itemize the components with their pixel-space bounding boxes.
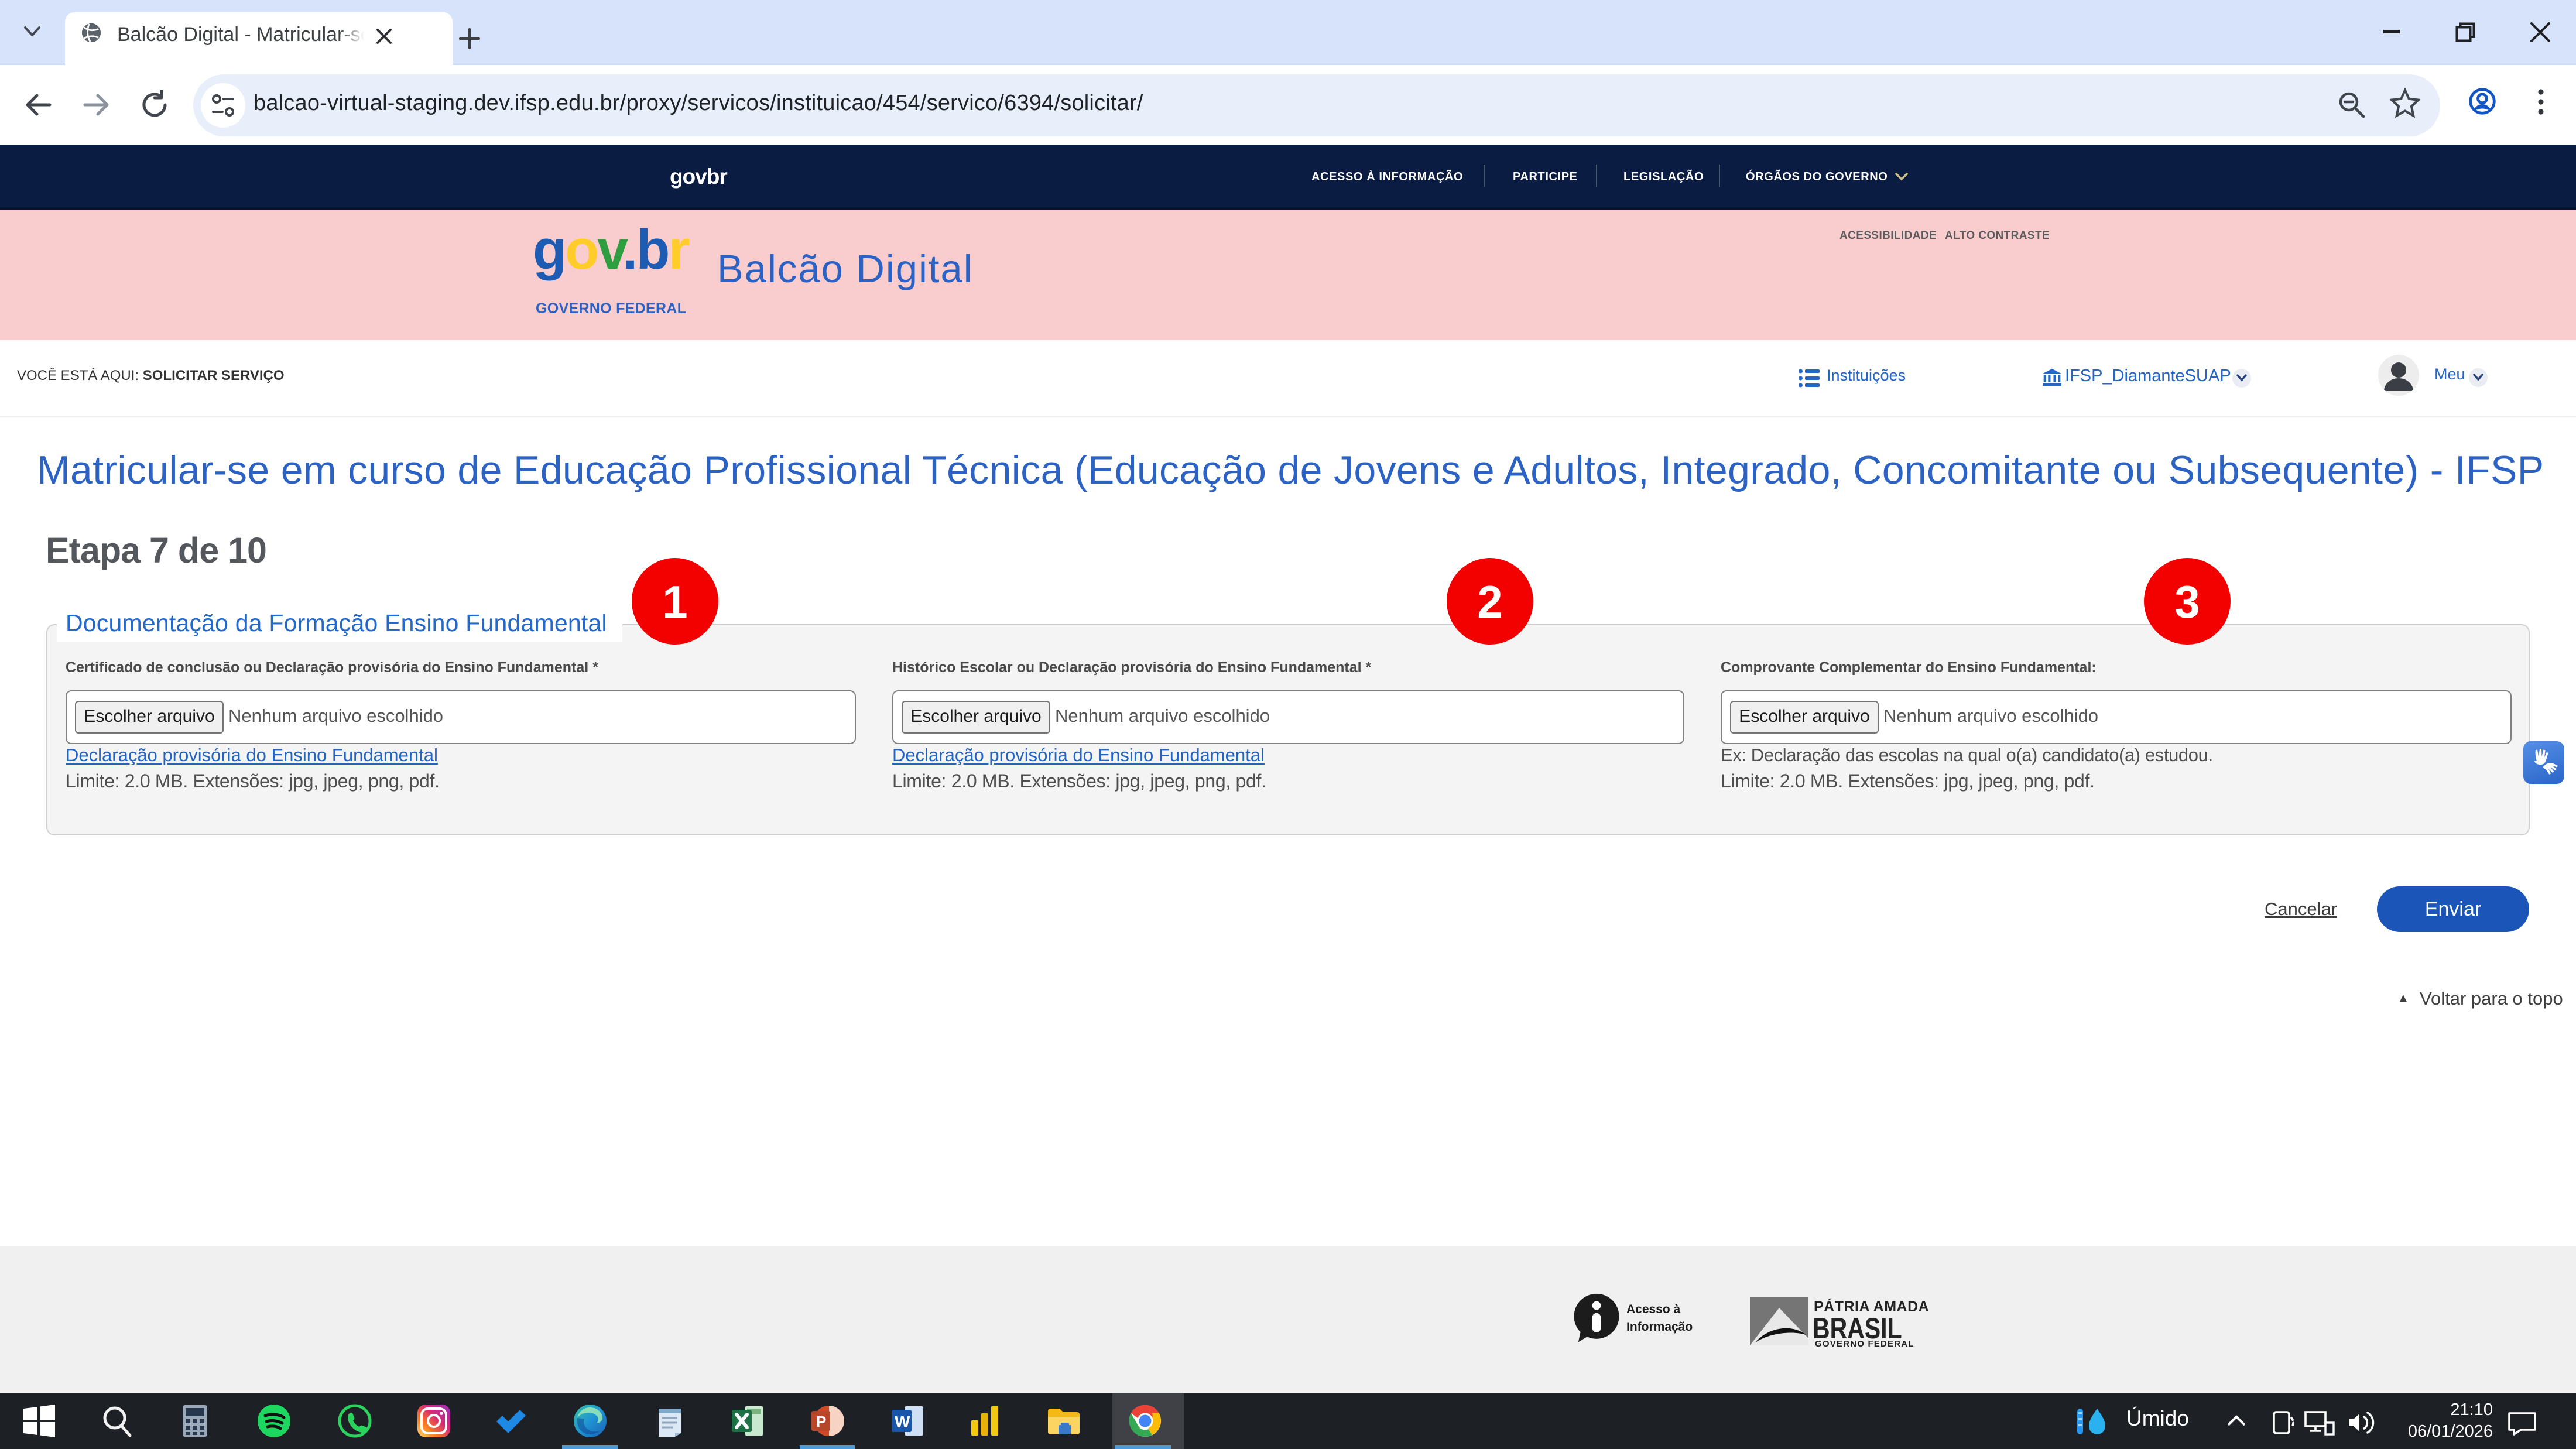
- svg-text:W: W: [895, 1413, 910, 1431]
- svg-text:P: P: [816, 1413, 826, 1430]
